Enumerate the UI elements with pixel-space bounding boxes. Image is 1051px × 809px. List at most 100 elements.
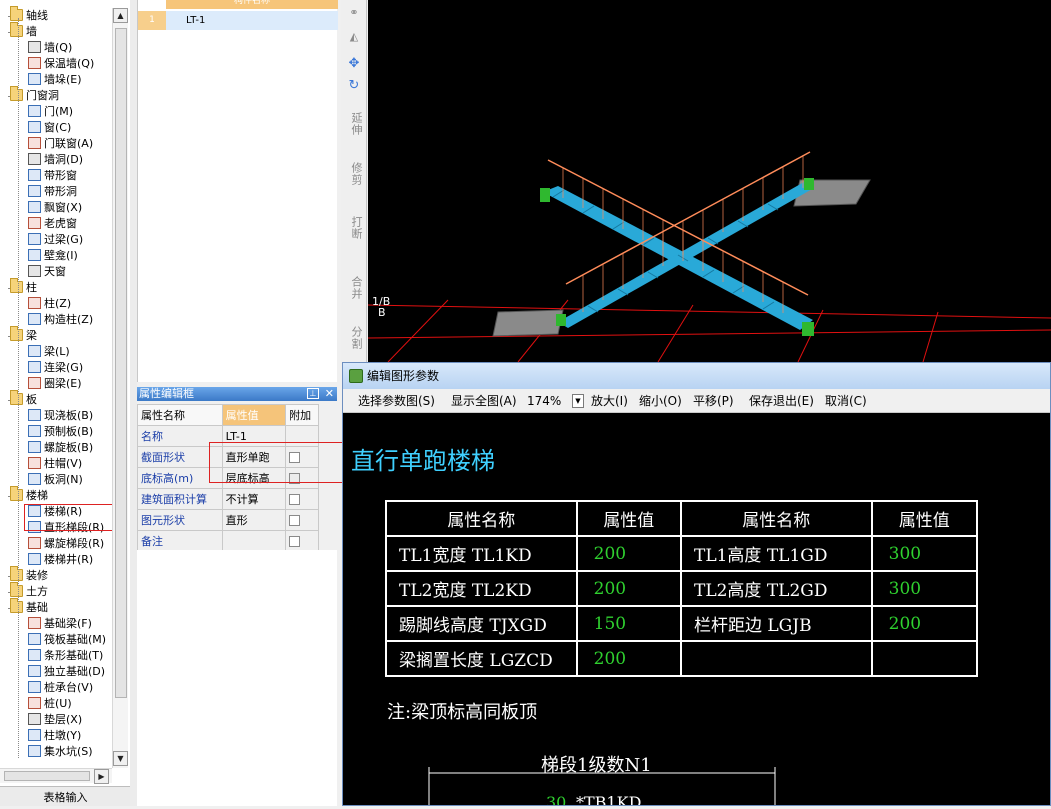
- panel-splitter[interactable]: [130, 0, 137, 806]
- property-checkbox[interactable]: [289, 536, 301, 547]
- trim-button[interactable]: 修剪: [344, 162, 364, 186]
- property-checkbox[interactable]: [289, 515, 301, 526]
- table-input-tab[interactable]: 表格输入: [0, 786, 131, 806]
- tree-item[interactable]: 圈梁(E): [28, 376, 82, 392]
- mirror-icon[interactable]: ◭: [344, 30, 364, 43]
- tree-item[interactable]: 螺旋梯段(R): [28, 536, 104, 552]
- tree-item[interactable]: 柱(Z): [28, 296, 71, 312]
- tree-item[interactable]: 筏板基础(M): [28, 632, 106, 648]
- param-name: TL1高度 TL1GD: [679, 535, 873, 572]
- tree-folder[interactable]: 板: [8, 390, 37, 408]
- property-row[interactable]: 图元形状 直形: [137, 509, 319, 531]
- tree-item[interactable]: 垫层(X): [28, 712, 82, 728]
- param-value[interactable]: 200: [575, 535, 682, 572]
- param-value[interactable]: 150: [575, 605, 682, 642]
- param-value[interactable]: [870, 640, 979, 677]
- tree-item[interactable]: 保温墙(Q): [28, 56, 94, 72]
- param-value[interactable]: 300: [870, 570, 979, 607]
- show-full-view-menu[interactable]: 显示全图(A): [451, 389, 517, 413]
- param-value[interactable]: 200: [870, 605, 979, 642]
- property-row[interactable]: 建筑面积计算 不计算: [137, 488, 319, 510]
- tree-folder[interactable]: 梁: [8, 326, 37, 344]
- link-icon[interactable]: ⚭: [344, 6, 364, 19]
- tree-item[interactable]: 板洞(N): [28, 472, 83, 488]
- tree-item[interactable]: 过梁(G): [28, 232, 83, 248]
- rotate-icon[interactable]: ↻: [344, 78, 364, 93]
- tree-item[interactable]: 门(M): [28, 104, 73, 120]
- extend-button[interactable]: 延伸: [344, 112, 364, 136]
- merge-button[interactable]: 合并: [344, 276, 364, 300]
- row-number: 1: [138, 11, 166, 30]
- tree-item[interactable]: 墙垛(E): [28, 72, 82, 88]
- tree-folder[interactable]: 墙: [8, 22, 37, 40]
- tree-vertical-scroll-thumb[interactable]: [115, 28, 127, 698]
- tree-label: 楼梯: [26, 489, 48, 502]
- tree-item[interactable]: 墙(Q): [28, 40, 72, 56]
- save-exit-menu[interactable]: 保存退出(E): [749, 389, 814, 413]
- tree-item[interactable]: 天窗: [28, 264, 66, 280]
- close-icon[interactable]: ✕: [325, 387, 334, 401]
- tree-item[interactable]: 柱帽(V): [28, 456, 82, 472]
- tree-item[interactable]: 条形基础(T): [28, 648, 103, 664]
- tree-vertical-scrollbar[interactable]: ▲ ▼: [112, 8, 128, 768]
- table-row[interactable]: 1 LT-1: [138, 11, 338, 30]
- tree-folder[interactable]: 楼梯: [8, 486, 48, 504]
- break-button[interactable]: 打断: [344, 216, 364, 240]
- tree-item[interactable]: 独立基础(D): [28, 664, 105, 680]
- tree-item[interactable]: 集水坑(S): [28, 744, 93, 760]
- tree-item[interactable]: 柱墩(Y): [28, 728, 81, 744]
- chevron-down-icon[interactable]: ▼: [572, 394, 584, 408]
- property-checkbox[interactable]: [289, 494, 301, 505]
- param-value[interactable]: 200: [575, 570, 682, 607]
- tree-item[interactable]: 预制板(B): [28, 424, 93, 440]
- tree-label: 现浇板(B): [44, 409, 94, 422]
- pin-icon[interactable]: ⊥: [307, 388, 319, 399]
- tree-folder[interactable]: 柱: [8, 278, 37, 296]
- flight-formula-text: *TB1KD: [576, 793, 642, 806]
- tree-item[interactable]: 现浇板(B): [28, 408, 93, 424]
- tree-item[interactable]: 带形洞: [28, 184, 77, 200]
- tree-item[interactable]: 螺旋板(B): [28, 440, 93, 456]
- scroll-right-button[interactable]: ▶: [94, 769, 109, 784]
- component-name-cell[interactable]: LT-1: [186, 11, 205, 30]
- property-value[interactable]: 直形: [221, 509, 287, 531]
- param-value[interactable]: 300: [870, 535, 979, 572]
- tree-item[interactable]: 飘窗(X): [28, 200, 82, 216]
- scroll-up-button[interactable]: ▲: [113, 8, 128, 23]
- param-value[interactable]: 200: [575, 640, 682, 677]
- tree-item[interactable]: 带形窗: [28, 168, 77, 184]
- property-row[interactable]: 备注: [137, 530, 319, 552]
- tree-item[interactable]: 桩(U): [28, 696, 72, 712]
- property-value[interactable]: 不计算: [221, 488, 287, 510]
- zoom-in-menu[interactable]: 放大(I): [591, 389, 628, 413]
- tree-item[interactable]: 老虎窗: [28, 216, 77, 232]
- tree-horizontal-scrollbar[interactable]: ▶: [0, 768, 112, 784]
- 3d-viewport[interactable]: [368, 0, 1051, 362]
- move-icon[interactable]: ✥: [344, 56, 364, 71]
- tree-item[interactable]: 墙洞(D): [28, 152, 83, 168]
- tree-horizontal-scroll-thumb[interactable]: [4, 771, 90, 781]
- tree-item[interactable]: 基础梁(F): [28, 616, 92, 632]
- split-button[interactable]: 分割: [344, 326, 364, 350]
- pan-menu[interactable]: 平移(P): [693, 389, 734, 413]
- tree-item[interactable]: 窗(C): [28, 120, 71, 136]
- property-extra-cell: [285, 530, 319, 552]
- property-value[interactable]: [221, 530, 287, 552]
- tree-item[interactable]: 楼梯井(R): [28, 552, 93, 568]
- tree-label: 装修: [26, 569, 48, 582]
- tree-item[interactable]: 梁(L): [28, 344, 70, 360]
- tree-label: 基础梁(F): [44, 617, 92, 630]
- flight-value[interactable]: 30: [546, 793, 566, 805]
- tree-item[interactable]: 门联窗(A): [28, 136, 93, 152]
- property-panel-empty-area: [137, 550, 337, 806]
- scroll-down-button[interactable]: ▼: [113, 751, 128, 766]
- tree-item[interactable]: 构造柱(Z): [28, 312, 93, 328]
- zoom-level-value[interactable]: 174%: [527, 389, 561, 413]
- select-parameter-diagram-menu[interactable]: 选择参数图(S): [358, 389, 435, 413]
- tree-item[interactable]: 壁龛(I): [28, 248, 78, 264]
- tree-folder[interactable]: 基础: [8, 598, 48, 616]
- zoom-out-menu[interactable]: 缩小(O): [639, 389, 682, 413]
- tree-item[interactable]: 连梁(G): [28, 360, 83, 376]
- cancel-menu[interactable]: 取消(C): [825, 389, 867, 413]
- tree-item[interactable]: 桩承台(V): [28, 680, 93, 696]
